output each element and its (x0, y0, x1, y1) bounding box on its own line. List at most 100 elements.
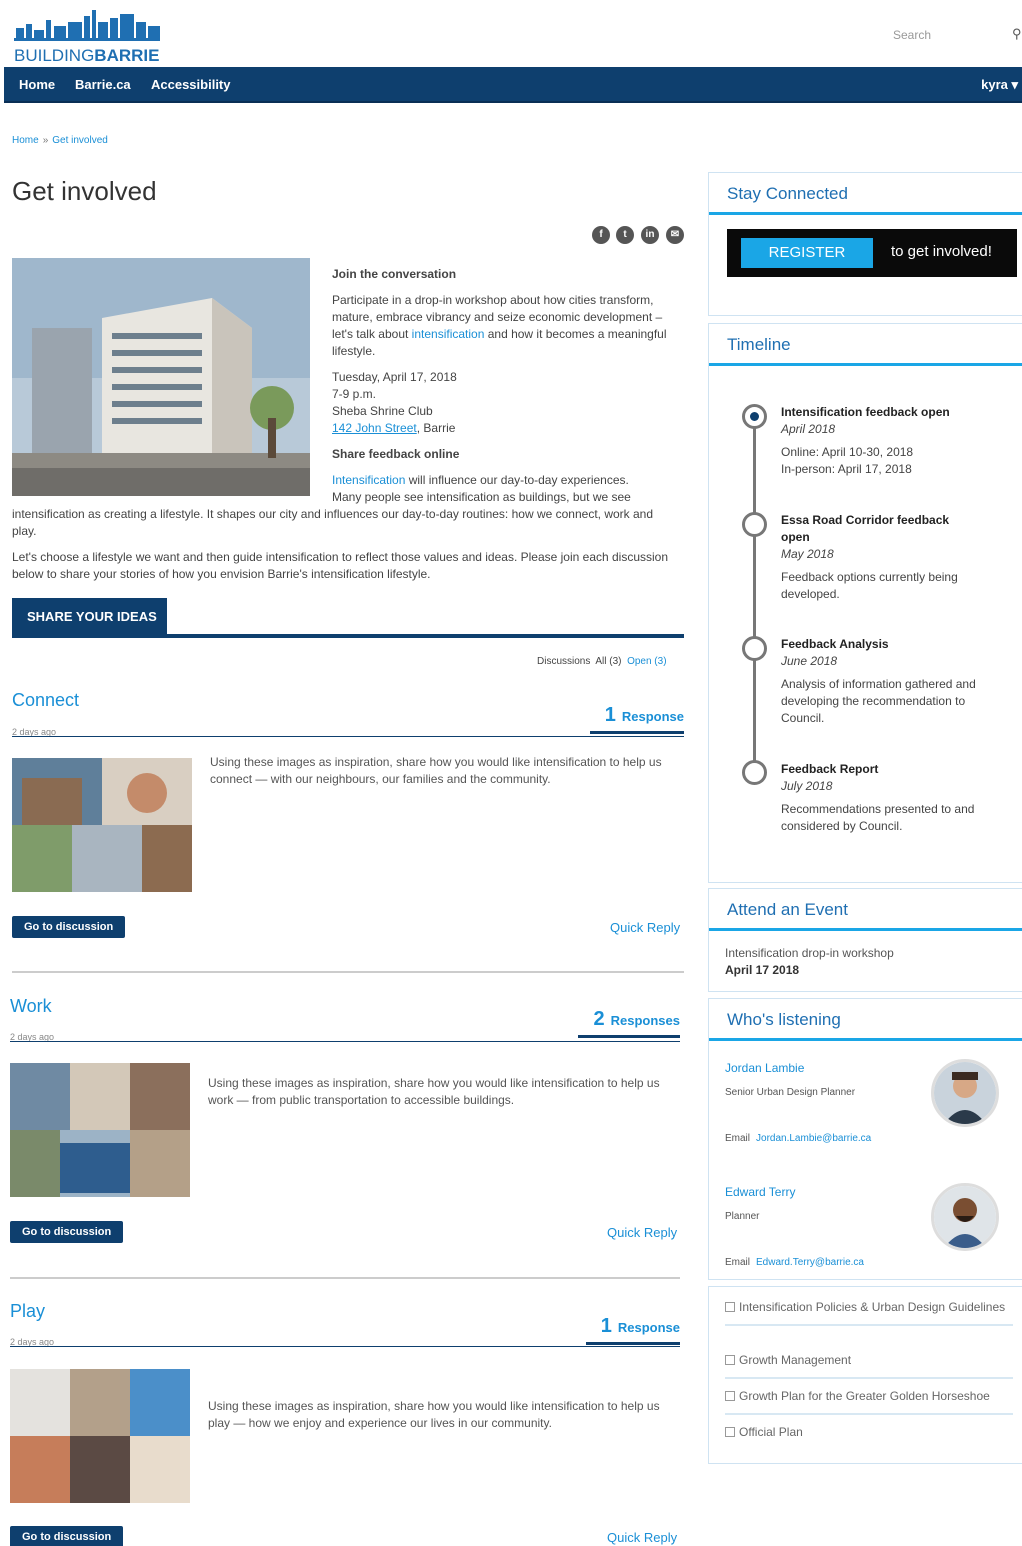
link-icon (725, 1355, 735, 1365)
related-link[interactable]: Growth Management (725, 1352, 1013, 1379)
discussion-description: Using these images as inspiration, share… (210, 755, 662, 786)
register-banner: REGISTER to get involved! (727, 229, 1017, 277)
event-address: 142 John Street, Barrie (332, 421, 456, 435)
response-count[interactable]: 1 Response (590, 704, 684, 734)
discussion-rule (10, 1346, 680, 1347)
twitter-icon[interactable]: t (616, 226, 634, 244)
timeline-dot-active (742, 404, 767, 429)
person-name[interactable]: Jordan Lambie (725, 1061, 804, 1075)
event-time: 7-9 p.m. (332, 387, 377, 401)
intro-paragraph-2a: Intensification will influence our day-t… (332, 473, 631, 504)
discussion-separator (10, 1277, 680, 1279)
stay-connected-panel: Stay Connected REGISTER to get involved! (708, 172, 1022, 316)
intro-heading: Join the conversation (332, 267, 457, 281)
whos-listening-title: Who's listening (709, 999, 1022, 1041)
event-venue: Sheba Shrine Club (332, 404, 433, 418)
tab-underline (12, 634, 684, 638)
address-link[interactable]: 142 John Street (332, 421, 417, 435)
discussion-title-play[interactable]: Play (10, 1301, 45, 1322)
discussion-rule (12, 736, 684, 737)
avatar (931, 1059, 999, 1127)
timeline-item: Feedback Analysis June 2018 Analysis of … (781, 637, 976, 725)
discussion-title-work[interactable]: Work (10, 996, 52, 1017)
person-role: Planner (725, 1211, 760, 1222)
avatar (931, 1183, 999, 1251)
timeline-item: Essa Road Corridor feedback open May 201… (781, 513, 958, 601)
main-navbar: Home Barrie.ca Accessibility kyra ▾ (4, 67, 1022, 103)
discussion-image-play (10, 1369, 190, 1503)
site-logo[interactable]: BUILDINGBARRIE (14, 8, 164, 65)
response-count[interactable]: 1 Response (586, 1315, 680, 1345)
breadcrumb: Home» Get involved (12, 135, 108, 146)
discussion-image-work (10, 1063, 190, 1197)
go-to-discussion-button[interactable]: Go to discussion (10, 1526, 124, 1546)
related-links-panel: Intensification Policies & Urban Design … (708, 1286, 1022, 1464)
intro-paragraph: Participate in a drop-in workshop about … (332, 293, 667, 358)
go-to-discussion-button[interactable]: Go to discussion (10, 1221, 124, 1243)
person-email: Email Jordan.Lambie@barrie.ca (725, 1133, 872, 1144)
intensification-link[interactable]: intensification (412, 327, 485, 341)
breadcrumb-home[interactable]: Home (12, 135, 39, 146)
share-your-ideas-tab[interactable]: SHARE YOUR IDEAS (12, 598, 167, 638)
whos-listening-panel: Who's listening Jordan Lambie Senior Urb… (708, 998, 1022, 1280)
related-link[interactable]: Growth Plan for the Greater Golden Horse… (725, 1388, 1013, 1415)
facebook-icon[interactable]: f (592, 226, 610, 244)
discussion-filter: Discussions All (3) Open (3) (537, 656, 667, 667)
skyline-logo-graphic (14, 10, 160, 41)
nav-home[interactable]: Home (19, 77, 55, 92)
filter-all[interactable]: All (3) (595, 656, 621, 667)
related-link[interactable]: Official Plan (725, 1424, 1013, 1449)
register-text: to get involved! (891, 243, 992, 260)
discussion-description: Using these images as inspiration, share… (208, 1399, 660, 1430)
breadcrumb-separator: » (42, 135, 49, 146)
link-icon (725, 1391, 735, 1401)
timeline-dot (742, 512, 767, 537)
email-link[interactable]: Jordan.Lambie@barrie.ca (756, 1133, 871, 1144)
email-icon[interactable]: ✉ (666, 226, 684, 244)
user-menu[interactable]: kyra ▾ (981, 77, 1018, 93)
quick-reply-link[interactable]: Quick Reply (610, 920, 680, 935)
event-date: Tuesday, April 17, 2018 (332, 370, 457, 384)
go-to-discussion-button[interactable]: Go to discussion (12, 916, 126, 938)
logo-wordmark: BUILDINGBARRIE (14, 46, 160, 65)
share-feedback-heading: Share feedback online (332, 447, 460, 461)
person-role: Senior Urban Design Planner (725, 1087, 856, 1098)
discussion-image-connect (12, 758, 192, 892)
timeline-dot (742, 636, 767, 661)
intro-paragraph-3: Let's choose a lifestyle we want and the… (12, 550, 669, 581)
timeline-item: Intensification feedback open April 2018… (781, 405, 950, 476)
event-details: Tuesday, April 17, 2018 7-9 p.m. Sheba S… (332, 369, 677, 437)
register-button[interactable]: REGISTER (741, 238, 873, 268)
stay-connected-title: Stay Connected (709, 173, 1022, 215)
nav-accessibility[interactable]: Accessibility (151, 77, 231, 92)
attend-event-panel: Attend an Event Intensification drop-in … (708, 888, 1022, 992)
search-input[interactable]: Search (893, 28, 931, 42)
hero-image-building (12, 258, 310, 496)
timeline-line (753, 414, 756, 774)
search-icon[interactable]: ⚲ (1012, 26, 1022, 42)
link-icon (725, 1427, 735, 1437)
quick-reply-link[interactable]: Quick Reply (607, 1530, 677, 1545)
filter-open[interactable]: Open (3) (627, 656, 666, 667)
person-name[interactable]: Edward Terry (725, 1185, 795, 1199)
event-item[interactable]: Intensification drop-in workshop April 1… (725, 945, 894, 979)
related-link[interactable]: Intensification Policies & Urban Design … (725, 1299, 1013, 1326)
quick-reply-link[interactable]: Quick Reply (607, 1225, 677, 1240)
linkedin-icon[interactable]: in (641, 226, 659, 244)
discussion-description: Using these images as inspiration, share… (208, 1076, 660, 1107)
response-count[interactable]: 2 Responses (578, 1008, 680, 1038)
breadcrumb-current[interactable]: Get involved (52, 135, 108, 146)
timeline-dot (742, 760, 767, 785)
attend-event-title: Attend an Event (709, 889, 1022, 931)
link-icon (725, 1302, 735, 1312)
nav-barrie-ca[interactable]: Barrie.ca (75, 77, 131, 92)
timeline-panel: Timeline Intensification feedback open A… (708, 323, 1022, 883)
discussion-rule (10, 1041, 680, 1042)
page-title: Get involved (12, 176, 157, 206)
discussion-title-connect[interactable]: Connect (12, 690, 79, 711)
intensification-link-2[interactable]: Intensification (332, 473, 405, 487)
intro-paragraph-2b: intensification as creating a lifestyle.… (12, 507, 654, 538)
discussion-separator (12, 971, 684, 973)
timeline-title: Timeline (709, 324, 1022, 366)
email-link[interactable]: Edward.Terry@barrie.ca (756, 1257, 864, 1268)
